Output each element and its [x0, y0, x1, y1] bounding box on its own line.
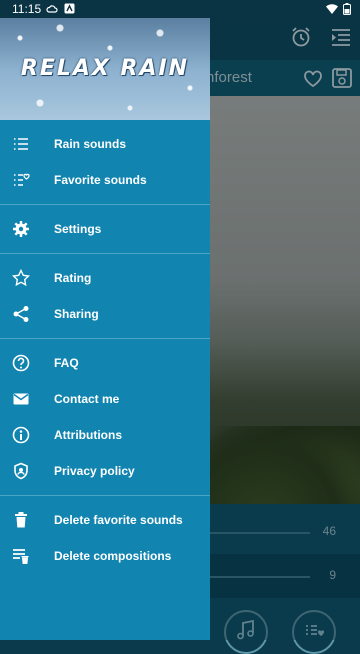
menu-item-rating[interactable]: Rating — [0, 260, 210, 296]
notification-icon — [64, 3, 75, 17]
info-icon — [12, 426, 30, 444]
menu-item-label: Delete favorite sounds — [54, 513, 183, 527]
help-icon — [12, 354, 30, 372]
share-icon — [12, 305, 30, 323]
wifi-icon — [326, 3, 338, 17]
menu-item-label: Settings — [54, 222, 102, 236]
trash-icon — [12, 511, 30, 529]
menu-item-label: Sharing — [54, 307, 99, 321]
cloud-icon — [46, 3, 58, 18]
status-time: 11:15 — [12, 2, 42, 16]
menu-item-delete-compositions[interactable]: Delete compositions — [0, 538, 210, 574]
menu-divider — [0, 338, 210, 339]
list-icon — [12, 135, 30, 153]
app-logo: RELAX RAIN — [20, 56, 190, 81]
menu-item-settings[interactable]: Settings — [0, 211, 210, 247]
star-icon — [11, 268, 31, 287]
status-bar: 11:15 — [0, 0, 360, 18]
menu-item-label: FAQ — [54, 356, 79, 370]
navigation-drawer: RELAX RAIN Rain sounds Favorite sounds S… — [0, 18, 210, 640]
menu-item-favorite-sounds[interactable]: Favorite sounds — [0, 162, 210, 198]
menu-item-attributions[interactable]: Attributions — [0, 417, 210, 453]
battery-icon — [343, 3, 351, 18]
menu-divider — [0, 253, 210, 254]
drawer-header-image: RELAX RAIN — [0, 18, 210, 120]
menu-item-label: Contact me — [54, 392, 120, 406]
menu-item-label: Rain sounds — [54, 137, 127, 151]
menu-item-label: Delete compositions — [54, 549, 172, 563]
gear-icon — [12, 220, 30, 238]
menu-item-delete-favorite-sounds[interactable]: Delete favorite sounds — [0, 502, 210, 538]
menu-divider — [0, 495, 210, 496]
menu-item-label: Attributions — [54, 428, 122, 442]
delete-list-icon — [12, 547, 30, 565]
menu-item-label: Privacy policy — [54, 464, 135, 478]
favorite-list-icon — [12, 171, 30, 189]
menu-item-faq[interactable]: FAQ — [0, 345, 210, 381]
menu-item-label: Favorite sounds — [54, 173, 147, 187]
menu-item-privacy-policy[interactable]: Privacy policy — [0, 453, 210, 489]
menu-item-rain-sounds[interactable]: Rain sounds — [0, 126, 210, 162]
shield-icon — [12, 462, 30, 480]
menu-item-contact-me[interactable]: Contact me — [0, 381, 210, 417]
menu-divider — [0, 204, 210, 205]
menu-item-sharing[interactable]: Sharing — [0, 296, 210, 332]
mail-icon — [12, 390, 30, 408]
menu-item-label: Rating — [54, 271, 92, 285]
